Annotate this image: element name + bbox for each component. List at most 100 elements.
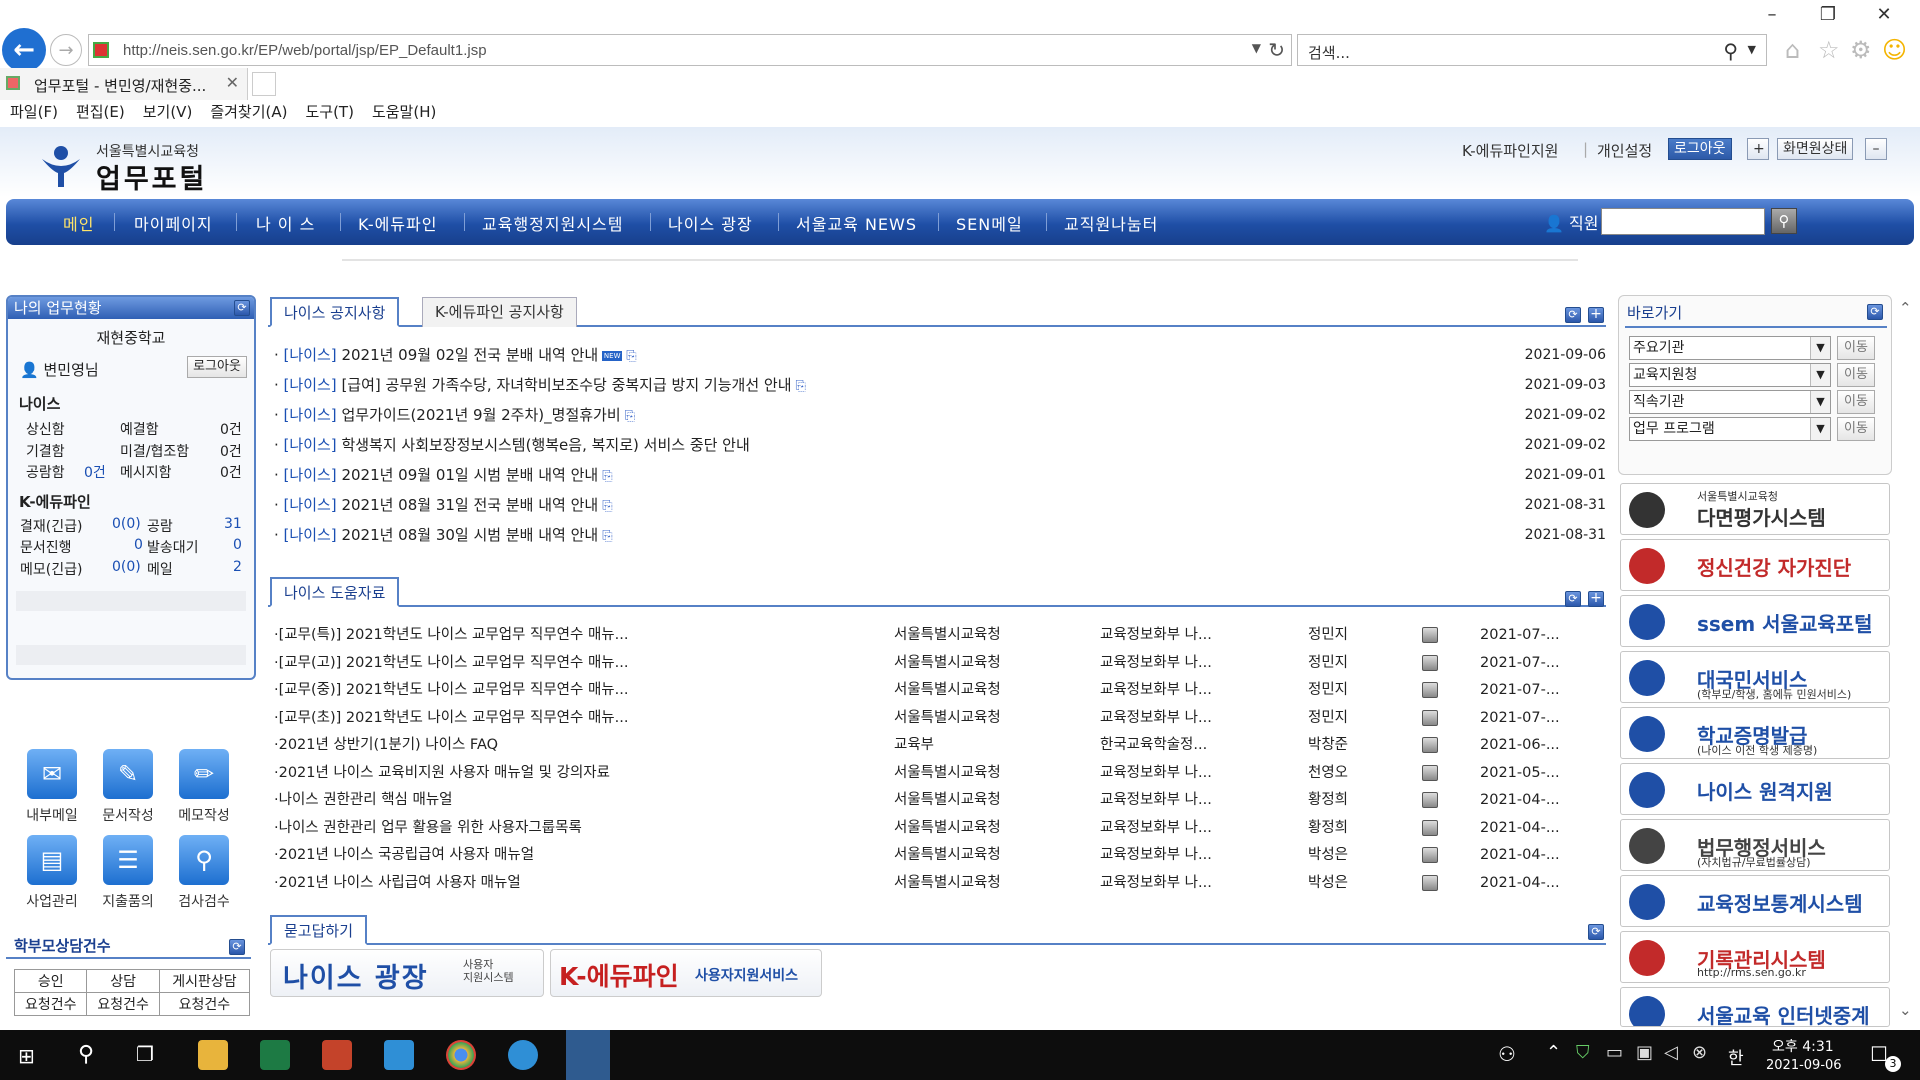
- more-plus-icon[interactable]: +: [1588, 307, 1604, 323]
- logo-title[interactable]: 업무포털: [96, 157, 207, 196]
- select-affiliated-org[interactable]: 직속기관 ▼: [1629, 390, 1831, 414]
- go-button[interactable]: 이동: [1837, 363, 1875, 387]
- edufine-approval[interactable]: 결재(긴급): [20, 516, 82, 536]
- people-icon[interactable]: ⚇: [1498, 1042, 1516, 1066]
- maximize-button[interactable]: ❐: [1800, 4, 1856, 32]
- file-download-icon[interactable]: [1422, 819, 1438, 836]
- file-download-icon[interactable]: [1422, 627, 1438, 643]
- edufine-memo[interactable]: 메모(긴급): [20, 559, 82, 579]
- neis-budget[interactable]: 예결함: [120, 419, 159, 439]
- browser-tab[interactable]: 업무포털 - 변민영/재현중... ✕: [0, 68, 248, 100]
- ssem-portal-banner[interactable]: ssem 서울교육포털: [1620, 595, 1890, 647]
- new-tab-button[interactable]: [252, 72, 276, 96]
- edufine-memo-count[interactable]: 0(0): [112, 559, 141, 575]
- nav-neis-plaza[interactable]: 나이스 광장: [668, 211, 753, 235]
- logout-button[interactable]: 로그아웃: [1668, 138, 1732, 160]
- clock-date[interactable]: 2021-09-06: [1766, 1058, 1842, 1073]
- file-explorer-icon[interactable]: [198, 1040, 228, 1070]
- chrome-icon[interactable]: [446, 1040, 476, 1070]
- notice-row[interactable]: · [나이스] 2021년 08월 31일 전국 분배 내역 안내 ⎘ 2021-0…: [274, 493, 1606, 517]
- edufine-support-link[interactable]: K-에듀파인지원: [1462, 140, 1558, 161]
- neis-pending[interactable]: 미결/협조함: [120, 441, 189, 461]
- close-circle-icon[interactable]: ⊗: [1692, 1042, 1707, 1063]
- file-download-icon[interactable]: [1422, 847, 1438, 863]
- help-row[interactable]: · [교무(초)] 2021학년도 나이스 교무업무 직무연수 매뉴... 서울특…: [274, 706, 1606, 730]
- notice-title[interactable]: 2021년 09월 01일 시범 분배 내역 안내: [341, 466, 598, 484]
- edufine-progress-count[interactable]: 0: [134, 537, 143, 553]
- help-title[interactable]: · 2021년 나이스 사립급여 사용자 매뉴얼: [274, 871, 521, 895]
- help-row[interactable]: · 2021년 나이스 사립급여 사용자 매뉴얼 서울특별시교육청 교육정보화부 나…: [274, 871, 1606, 895]
- powerpoint-icon[interactable]: [322, 1040, 352, 1070]
- notice-title[interactable]: 2021년 09월 02일 전국 분배 내역 안내: [341, 346, 598, 364]
- minimize-button[interactable]: –: [1744, 4, 1800, 32]
- file-download-icon[interactable]: [1422, 682, 1438, 698]
- shield-icon[interactable]: ⛉: [1576, 1042, 1590, 1063]
- tab-neis-notice[interactable]: 나이스 공지사항: [270, 297, 400, 327]
- notice-title[interactable]: [급여] 공무원 가족수당, 자녀학비보조수당 중복지급 방지 기능개선 안내: [341, 376, 791, 394]
- help-title[interactable]: · [교무(특)] 2021학년도 나이스 교무업무 직무연수 매뉴...: [274, 623, 628, 647]
- reset-screen-button[interactable]: 화면원상태: [1777, 138, 1854, 160]
- notice-title[interactable]: 2021년 08월 30일 시범 분배 내역 안내: [341, 526, 598, 544]
- refresh-icon[interactable]: ⟳: [229, 939, 245, 955]
- edufine-send-wait[interactable]: 발송대기: [147, 537, 199, 557]
- neis-message[interactable]: 메시지함: [120, 462, 172, 482]
- go-button[interactable]: 이동: [1837, 336, 1875, 360]
- quick-internal-mail[interactable]: ✉ 내부메일: [24, 749, 80, 825]
- quick-expense[interactable]: ☰ 지출품의: [100, 835, 156, 911]
- windows-start-icon[interactable]: ⊞: [18, 1044, 35, 1068]
- panel-logout-button[interactable]: 로그아웃: [187, 356, 247, 378]
- help-row[interactable]: · 2021년 상반기(1분기) 나이스 FAQ 교육부 한국교육학술정... 박창준…: [274, 733, 1606, 757]
- refresh-icon[interactable]: ⟳: [234, 300, 250, 316]
- help-title[interactable]: · 나이스 권한관리 핵심 매뉴얼: [274, 788, 453, 812]
- legal-service-banner[interactable]: 법무행정서비스 (자치법규/무료법률상담): [1620, 819, 1890, 871]
- help-row[interactable]: · [교무(중)] 2021학년도 나이스 교무업무 직무연수 매뉴... 서울특…: [274, 678, 1606, 702]
- personal-settings-link[interactable]: 개인설정: [1597, 140, 1652, 161]
- help-title[interactable]: · 2021년 상반기(1분기) 나이스 FAQ: [274, 733, 498, 757]
- neis-view-count[interactable]: 0건: [84, 462, 106, 482]
- notice-row[interactable]: · [나이스] 2021년 09월 02일 전국 분배 내역 안내 NEW ⎘ 202…: [274, 343, 1606, 367]
- mental-health-banner[interactable]: 정신건강 자가진단: [1620, 539, 1890, 591]
- select-work-program[interactable]: 업무 프로그램 ▼: [1629, 417, 1831, 441]
- internet-explorer-icon[interactable]: [508, 1040, 538, 1070]
- school-cert-banner[interactable]: 학교증명발급 (나이스 이전 학생 제증명): [1620, 707, 1890, 759]
- nav-admin-system[interactable]: 교육행정지원시스템: [482, 211, 623, 235]
- help-title[interactable]: · 나이스 권한관리 업무 활용을 위한 사용자그룹목록: [274, 816, 582, 840]
- tab-edufine-notice[interactable]: K-에듀파인 공지사항: [422, 297, 577, 327]
- battery-icon[interactable]: ▭: [1606, 1042, 1623, 1063]
- excel-icon[interactable]: [260, 1040, 290, 1070]
- refresh-icon[interactable]: ⟳: [1565, 591, 1581, 607]
- select-edu-office[interactable]: 교육지원청 ▼: [1629, 363, 1831, 387]
- refresh-icon[interactable]: ↻: [1268, 38, 1285, 62]
- edufine-view[interactable]: 공람: [147, 516, 173, 536]
- nav-main[interactable]: 메인: [63, 211, 94, 235]
- refresh-icon[interactable]: ⟳: [1867, 304, 1883, 320]
- edufine-send-wait-count[interactable]: 0: [233, 537, 242, 553]
- neis-remote-banner[interactable]: 나이스 원격지원: [1620, 763, 1890, 815]
- edufine-mail-count[interactable]: 2: [233, 559, 242, 575]
- edufine-progress[interactable]: 문서진행: [20, 537, 72, 557]
- public-service-banner[interactable]: 대국민서비스 (학부모/학생, 홈에듀 민원서비스): [1620, 651, 1890, 703]
- neis-done[interactable]: 기결함: [26, 441, 65, 461]
- help-title-text[interactable]: [교무(중)] 2021학년도 나이스 교무업무 직무연수 매뉴...: [279, 678, 629, 702]
- help-row[interactable]: · 나이스 권한관리 핵심 매뉴얼 서울특별시교육청 교육정보화부 나... 황정희 2…: [274, 788, 1606, 812]
- help-title-text[interactable]: 2021년 나이스 교육비지원 사용자 매뉴얼 및 강의자료: [279, 761, 610, 785]
- help-title[interactable]: · [교무(고)] 2021학년도 나이스 교무업무 직무연수 매뉴...: [274, 651, 628, 675]
- nav-staff-share[interactable]: 교직원나눔터: [1064, 211, 1158, 235]
- help-row[interactable]: · 나이스 권한관리 업무 활용을 위한 사용자그룹목록 서울특별시교육청 교육정보…: [274, 816, 1606, 840]
- more-plus-icon[interactable]: +: [1588, 591, 1604, 607]
- help-row[interactable]: · [교무(고)] 2021학년도 나이스 교무업무 직무연수 매뉴... 서울특…: [274, 651, 1606, 675]
- home-icon[interactable]: ⌂: [1785, 36, 1800, 64]
- staff-search-input[interactable]: [1601, 208, 1765, 235]
- neis-pending-count[interactable]: 0건: [220, 441, 242, 461]
- tab-qa[interactable]: 묻고답하기: [270, 915, 368, 945]
- notice-category[interactable]: [나이스]: [284, 496, 337, 514]
- nav-mypage[interactable]: 마이페이지: [134, 211, 213, 235]
- scroll-up-icon[interactable]: ⌃: [1899, 299, 1912, 317]
- address-bar[interactable]: http://neis.sen.go.kr/EP/web/portal/jsp/…: [88, 34, 1292, 66]
- help-row[interactable]: · [교무(특)] 2021학년도 나이스 교무업무 직무연수 매뉴... 서울특…: [274, 623, 1606, 647]
- hancom-icon[interactable]: [384, 1040, 414, 1070]
- help-title-text[interactable]: 나이스 권한관리 업무 활용을 위한 사용자그룹목록: [279, 816, 582, 840]
- back-button[interactable]: ←: [2, 28, 46, 72]
- notice-category[interactable]: [나이스]: [284, 376, 337, 394]
- help-title[interactable]: · 2021년 나이스 국공립급여 사용자 매뉴얼: [274, 843, 534, 867]
